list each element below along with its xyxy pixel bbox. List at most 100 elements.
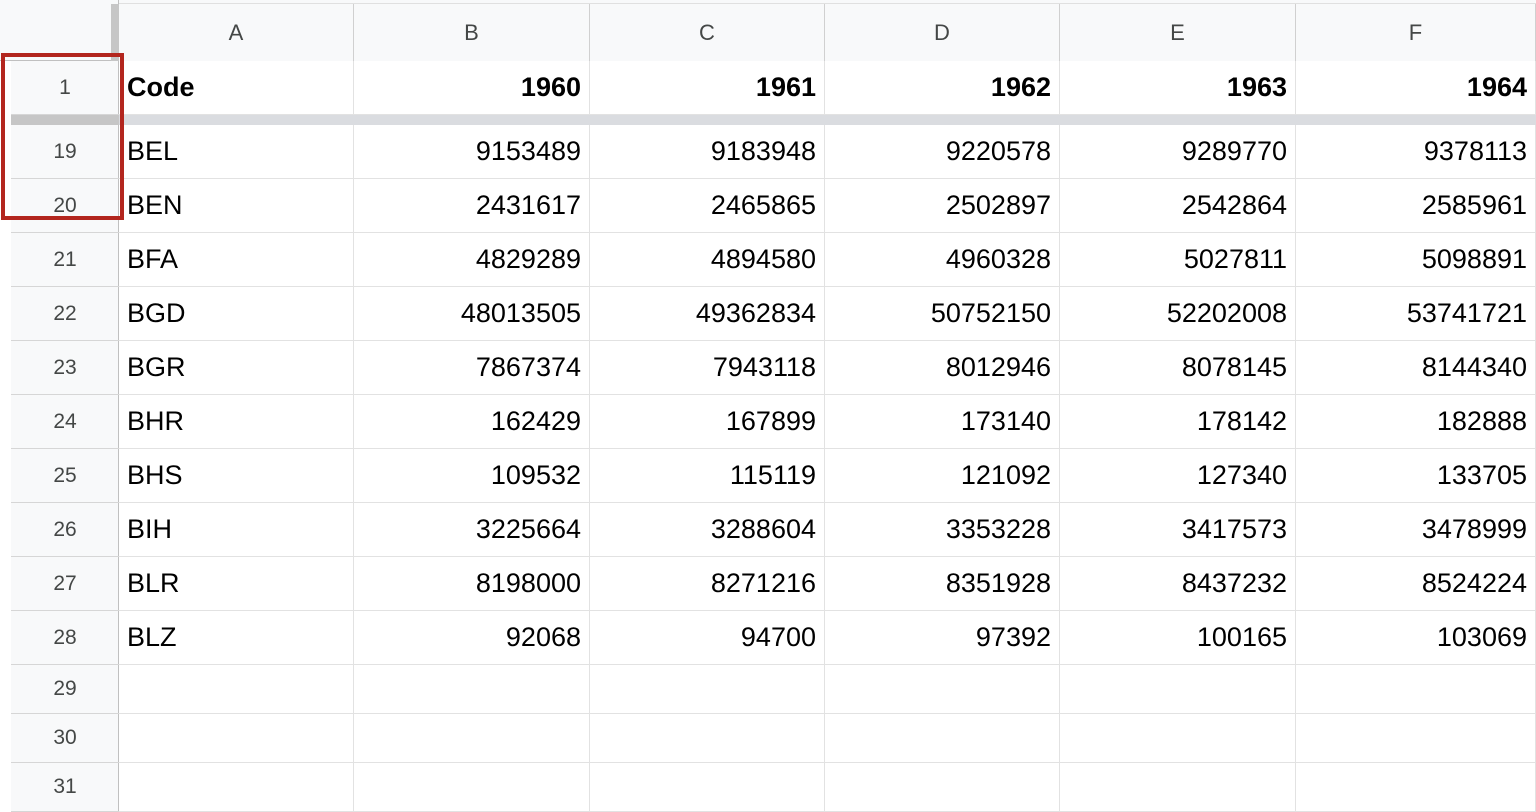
row-header-23[interactable]: 23 (11, 341, 119, 395)
cell-d27[interactable]: 8351928 (825, 557, 1060, 611)
select-all-corner[interactable] (0, 0, 119, 61)
cell-a27[interactable]: BLR (119, 557, 354, 611)
row-header-28[interactable]: 28 (11, 611, 119, 665)
cell-f26[interactable]: 3478999 (1296, 503, 1536, 557)
cell-e30[interactable] (1060, 714, 1296, 763)
cell-e21[interactable]: 5027811 (1060, 233, 1296, 287)
cell-b24[interactable]: 162429 (354, 395, 590, 449)
cell-c22[interactable]: 49362834 (590, 287, 825, 341)
cell-a29[interactable] (119, 665, 354, 714)
row-header-25[interactable]: 25 (11, 449, 119, 503)
row-header-24[interactable]: 24 (11, 395, 119, 449)
column-header-a[interactable]: A (119, 4, 354, 61)
row-header-22[interactable]: 22 (11, 287, 119, 341)
cell-b20[interactable]: 2431617 (354, 179, 590, 233)
cell-c21[interactable]: 4894580 (590, 233, 825, 287)
column-header-e[interactable]: E (1060, 4, 1296, 61)
cell-a20[interactable]: BEN (119, 179, 354, 233)
cell-d22[interactable]: 50752150 (825, 287, 1060, 341)
cell-e28[interactable]: 100165 (1060, 611, 1296, 665)
header-cell-b[interactable]: 1960 (354, 61, 590, 115)
cell-c20[interactable]: 2465865 (590, 179, 825, 233)
cell-c27[interactable]: 8271216 (590, 557, 825, 611)
row-header-21[interactable]: 21 (11, 233, 119, 287)
row-header-31[interactable]: 31 (11, 763, 119, 812)
cell-a30[interactable] (119, 714, 354, 763)
cell-f27[interactable]: 8524224 (1296, 557, 1536, 611)
cell-b27[interactable]: 8198000 (354, 557, 590, 611)
header-cell-f[interactable]: 1964 (1296, 61, 1536, 115)
header-cell-c[interactable]: 1961 (590, 61, 825, 115)
cell-f19[interactable]: 9378113 (1296, 125, 1536, 179)
cell-d21[interactable]: 4960328 (825, 233, 1060, 287)
row-header-30[interactable]: 30 (11, 714, 119, 763)
header-cell-e[interactable]: 1963 (1060, 61, 1296, 115)
cell-f25[interactable]: 133705 (1296, 449, 1536, 503)
row-freeze-divider[interactable] (11, 115, 1536, 125)
cell-b29[interactable] (354, 665, 590, 714)
cell-a22[interactable]: BGD (119, 287, 354, 341)
cell-d31[interactable] (825, 763, 1060, 812)
cell-a19[interactable]: BEL (119, 125, 354, 179)
cell-e24[interactable]: 178142 (1060, 395, 1296, 449)
cell-b25[interactable]: 109532 (354, 449, 590, 503)
row-header-26[interactable]: 26 (11, 503, 119, 557)
cell-a24[interactable]: BHR (119, 395, 354, 449)
column-header-f[interactable]: F (1296, 4, 1536, 61)
cell-f31[interactable] (1296, 763, 1536, 812)
cell-d19[interactable]: 9220578 (825, 125, 1060, 179)
cell-c29[interactable] (590, 665, 825, 714)
cell-e20[interactable]: 2542864 (1060, 179, 1296, 233)
cell-f20[interactable]: 2585961 (1296, 179, 1536, 233)
cell-e23[interactable]: 8078145 (1060, 341, 1296, 395)
cell-d23[interactable]: 8012946 (825, 341, 1060, 395)
column-header-d[interactable]: D (825, 4, 1060, 61)
cell-b23[interactable]: 7867374 (354, 341, 590, 395)
cell-b21[interactable]: 4829289 (354, 233, 590, 287)
cell-e25[interactable]: 127340 (1060, 449, 1296, 503)
cell-c19[interactable]: 9183948 (590, 125, 825, 179)
cell-f21[interactable]: 5098891 (1296, 233, 1536, 287)
cell-a25[interactable]: BHS (119, 449, 354, 503)
cell-c30[interactable] (590, 714, 825, 763)
cell-d28[interactable]: 97392 (825, 611, 1060, 665)
row-header-27[interactable]: 27 (11, 557, 119, 611)
cell-c24[interactable]: 167899 (590, 395, 825, 449)
cell-f24[interactable]: 182888 (1296, 395, 1536, 449)
cell-a23[interactable]: BGR (119, 341, 354, 395)
cell-a28[interactable]: BLZ (119, 611, 354, 665)
cell-c26[interactable]: 3288604 (590, 503, 825, 557)
header-cell-a[interactable]: Code (119, 61, 354, 115)
cell-c31[interactable] (590, 763, 825, 812)
cell-a21[interactable]: BFA (119, 233, 354, 287)
column-header-c[interactable]: C (590, 4, 825, 61)
cell-e26[interactable]: 3417573 (1060, 503, 1296, 557)
cell-d25[interactable]: 121092 (825, 449, 1060, 503)
cell-a31[interactable] (119, 763, 354, 812)
cell-b30[interactable] (354, 714, 590, 763)
cell-d24[interactable]: 173140 (825, 395, 1060, 449)
cell-d26[interactable]: 3353228 (825, 503, 1060, 557)
cell-b28[interactable]: 92068 (354, 611, 590, 665)
row-header-29[interactable]: 29 (11, 665, 119, 714)
column-header-b[interactable]: B (354, 4, 590, 61)
cell-c23[interactable]: 7943118 (590, 341, 825, 395)
cell-f22[interactable]: 53741721 (1296, 287, 1536, 341)
cell-c28[interactable]: 94700 (590, 611, 825, 665)
cell-f30[interactable] (1296, 714, 1536, 763)
cell-e22[interactable]: 52202008 (1060, 287, 1296, 341)
cell-a26[interactable]: BIH (119, 503, 354, 557)
cell-b26[interactable]: 3225664 (354, 503, 590, 557)
cell-f29[interactable] (1296, 665, 1536, 714)
cell-e31[interactable] (1060, 763, 1296, 812)
cell-f23[interactable]: 8144340 (1296, 341, 1536, 395)
cell-e19[interactable]: 9289770 (1060, 125, 1296, 179)
header-cell-d[interactable]: 1962 (825, 61, 1060, 115)
cell-b19[interactable]: 9153489 (354, 125, 590, 179)
cell-f28[interactable]: 103069 (1296, 611, 1536, 665)
cell-d30[interactable] (825, 714, 1060, 763)
cell-c25[interactable]: 115119 (590, 449, 825, 503)
cell-e29[interactable] (1060, 665, 1296, 714)
cell-d20[interactable]: 2502897 (825, 179, 1060, 233)
cell-b31[interactable] (354, 763, 590, 812)
